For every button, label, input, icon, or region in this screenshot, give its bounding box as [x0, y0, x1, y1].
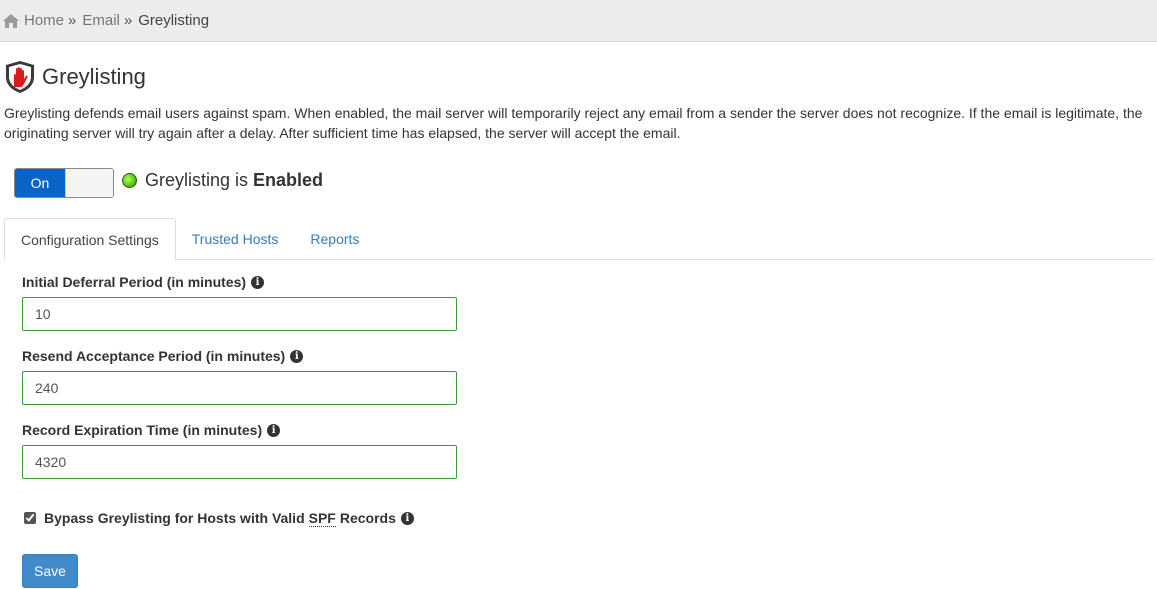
tab-reports[interactable]: Reports [294, 218, 375, 260]
page-title: Greylisting [42, 64, 146, 89]
bypass-spf-label-after: Records [339, 510, 396, 526]
tab-configuration-settings[interactable]: Configuration Settings [4, 218, 176, 261]
info-icon[interactable]: i [267, 423, 281, 437]
status-state: Enabled [253, 170, 324, 190]
tab-bar: Configuration Settings Trusted Hosts Rep… [4, 218, 1154, 261]
initial-deferral-label: Initial Deferral Period (in minutes) i [22, 272, 457, 292]
bypass-spf-label[interactable]: Bypass Greylisting for Hosts with Valid … [44, 510, 414, 527]
info-icon[interactable]: i [251, 275, 265, 289]
breadcrumb-email-link[interactable]: Email [82, 12, 120, 29]
configuration-form: Initial Deferral Period (in minutes) i R… [22, 272, 457, 588]
resend-acceptance-input[interactable] [22, 371, 457, 405]
breadcrumb-separator: » [123, 12, 133, 29]
page-header: Greylisting [4, 60, 146, 94]
initial-deferral-label-text: Initial Deferral Period (in minutes) [22, 274, 247, 290]
status-prefix: Greylisting is [145, 170, 249, 190]
record-expiration-label-text: Record Expiration Time (in minutes) [22, 422, 263, 438]
info-icon[interactable]: i [290, 349, 304, 363]
breadcrumb-current: Greylisting [138, 12, 210, 29]
breadcrumb: Home » Email » Greylisting [0, 0, 1157, 42]
toggle-on-label: On [15, 169, 65, 197]
bypass-spf-row: Bypass Greylisting for Hosts with Valid … [22, 508, 457, 528]
resend-acceptance-label-text: Resend Acceptance Period (in minutes) [22, 348, 286, 364]
spf-abbreviation: SPF [308, 509, 336, 527]
initial-deferral-input[interactable] [22, 297, 457, 331]
bypass-spf-checkbox[interactable] [24, 512, 36, 524]
record-expiration-input[interactable] [22, 445, 457, 479]
breadcrumb-home-link[interactable]: Home [24, 12, 64, 29]
save-button[interactable]: Save [22, 554, 78, 588]
toggle-knob[interactable] [65, 169, 113, 197]
greylisting-toggle[interactable]: On [14, 168, 114, 198]
bypass-spf-label-before: Bypass Greylisting for Hosts with Valid [44, 510, 305, 526]
resend-acceptance-label: Resend Acceptance Period (in minutes) i [22, 346, 457, 366]
breadcrumb-separator: » [68, 12, 77, 29]
info-icon[interactable]: i [400, 511, 414, 525]
status-dot-icon [122, 173, 137, 188]
status-indicator: Greylisting is Enabled [122, 170, 323, 191]
page-description: Greylisting defends email users against … [4, 105, 1143, 141]
record-expiration-label: Record Expiration Time (in minutes) i [22, 420, 457, 440]
tab-trusted-hosts[interactable]: Trusted Hosts [176, 218, 295, 260]
shield-hand-icon [6, 61, 34, 93]
home-icon[interactable] [2, 13, 20, 29]
